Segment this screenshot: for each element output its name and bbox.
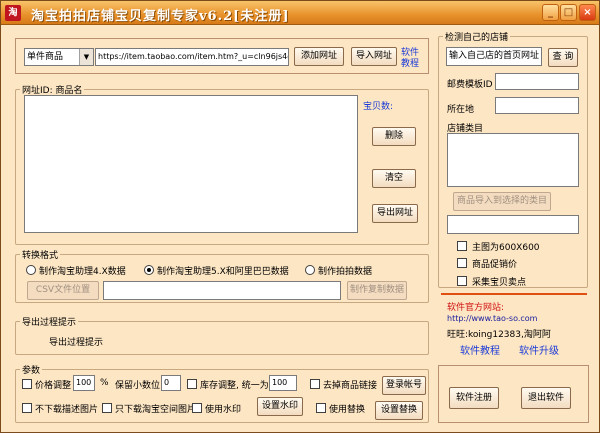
main-pic-label: 主图为600X600 (472, 243, 540, 253)
use-watermark-checkbox[interactable] (192, 403, 202, 413)
promo-price-checkbox[interactable] (457, 258, 467, 268)
chevron-down-icon: ▼ (79, 49, 93, 65)
export-url-button[interactable]: 导出网址 (372, 204, 418, 223)
url-input[interactable]: https://item.taobao.com/item.htm?_u=cln9… (95, 48, 289, 66)
format-label-taobao4: 制作淘宝助理4.X数据 (39, 267, 126, 277)
export-progress-legend: 导出过程提示 (22, 318, 77, 328)
window-title: 淘宝拍拍店铺宝贝复制专家v6.2[未注册] (31, 9, 290, 24)
stock-adjust-label: 库存调整, 统一为 (200, 381, 269, 391)
main-pic-checkbox[interactable] (457, 241, 467, 251)
delete-button[interactable]: 删除 (372, 127, 416, 146)
main-window: 淘 淘宝拍拍店铺宝贝复制专家v6.2[未注册] _ □ × 单件商品 ▼ htt… (0, 0, 600, 433)
official-site-label: 软件官方网站: (447, 303, 505, 313)
no-desc-img-checkbox[interactable] (22, 403, 32, 413)
category-input[interactable] (447, 215, 579, 234)
title-bar: 淘 淘宝拍拍店铺宝贝复制专家v6.2[未注册] _ □ × (1, 1, 599, 25)
login-account-button[interactable]: 登录帐号 (382, 376, 426, 395)
use-replace-checkbox[interactable] (316, 403, 326, 413)
collect-points-checkbox[interactable] (457, 276, 467, 286)
format-radio-taobao4[interactable] (26, 265, 36, 275)
clear-button[interactable]: 清空 (372, 169, 416, 188)
exit-button[interactable]: 退出软件 (521, 387, 571, 409)
collect-points-label: 采集宝贝卖点 (472, 278, 527, 288)
maximize-button[interactable]: □ (560, 4, 577, 21)
format-radio-paipai[interactable] (305, 265, 315, 275)
export-progress-text: 导出过程提示 (49, 338, 104, 348)
decimal-label: 保留小数位 (115, 381, 161, 391)
convert-format-legend: 转换格式 (22, 251, 59, 261)
wangwang-contact: 旺旺:koing12383,淘阿阿 (447, 330, 551, 340)
query-button[interactable]: 查 询 (548, 48, 578, 67)
params-legend: 参数 (22, 366, 41, 376)
make-data-button[interactable]: 制作复制数据 (347, 281, 407, 300)
csv-path-input[interactable] (103, 281, 341, 300)
url-list-box[interactable] (24, 95, 358, 233)
postage-template-label: 邮费模板ID (447, 80, 493, 90)
format-label-taobao5: 制作淘宝助理5.X和阿里巴巴数据 (157, 267, 289, 277)
set-watermark-button[interactable]: 设置水印 (257, 397, 303, 416)
set-replace-button[interactable]: 设置替换 (375, 401, 423, 420)
shop-detect-legend: 检测自己的店铺 (445, 33, 509, 43)
no-desc-img-label: 不下载描述图片 (35, 405, 99, 415)
price-adjust-checkbox[interactable] (22, 379, 32, 389)
close-button[interactable]: × (579, 4, 596, 21)
shop-url-input[interactable]: 输入自己店的首页网址 (446, 47, 542, 66)
official-site-url[interactable]: http://www.tao-so.com (447, 314, 537, 323)
use-watermark-label: 使用水印 (205, 405, 242, 415)
promo-price-label: 商品促销价 (472, 260, 518, 270)
location-label: 所在地 (447, 105, 475, 115)
format-radio-taobao5[interactable] (144, 265, 154, 275)
orange-divider (441, 293, 587, 295)
register-button[interactable]: 软件注册 (449, 387, 499, 409)
item-type-value: 单件商品 (27, 52, 64, 62)
location-input[interactable] (495, 97, 579, 114)
decimal-input[interactable]: 0 (161, 375, 181, 391)
minimize-button[interactable]: _ (542, 4, 559, 21)
software-upgrade-link[interactable]: 软件升级 (519, 342, 559, 357)
stock-input[interactable]: 100 (269, 375, 297, 391)
csv-location-button[interactable]: CSV文件位置 (27, 281, 99, 300)
add-url-button[interactable]: 添加网址 (294, 47, 344, 66)
app-icon: 淘 (5, 5, 21, 21)
software-tutorial-link[interactable]: 软件教程 (460, 342, 500, 357)
item-type-select[interactable]: 单件商品 ▼ (24, 48, 94, 66)
format-label-paipai: 制作拍拍数据 (318, 267, 373, 277)
tutorial-link-line2[interactable]: 教程 (401, 56, 419, 69)
percent-label: % (100, 378, 109, 388)
use-replace-label: 使用替换 (329, 405, 366, 415)
import-category-button[interactable]: 商品导入到选择的类目 (453, 192, 551, 211)
postage-template-input[interactable] (495, 73, 579, 90)
remove-links-checkbox[interactable] (310, 379, 320, 389)
shop-category-list[interactable] (447, 133, 579, 187)
price-adjust-input[interactable]: 100 (73, 375, 95, 391)
stock-adjust-checkbox[interactable] (187, 379, 197, 389)
only-space-img-checkbox[interactable] (102, 403, 112, 413)
remove-links-label: 去掉商品链接 (323, 381, 378, 391)
import-url-button[interactable]: 导入网址 (351, 47, 397, 66)
item-count-label: 宝贝数: (363, 102, 394, 112)
price-adjust-label: 价格调整 (35, 381, 72, 391)
only-space-img-label: 只下载淘宝空间图片 (115, 405, 197, 415)
url-entry-panel: 单件商品 ▼ https://item.taobao.com/item.htm?… (15, 38, 429, 74)
